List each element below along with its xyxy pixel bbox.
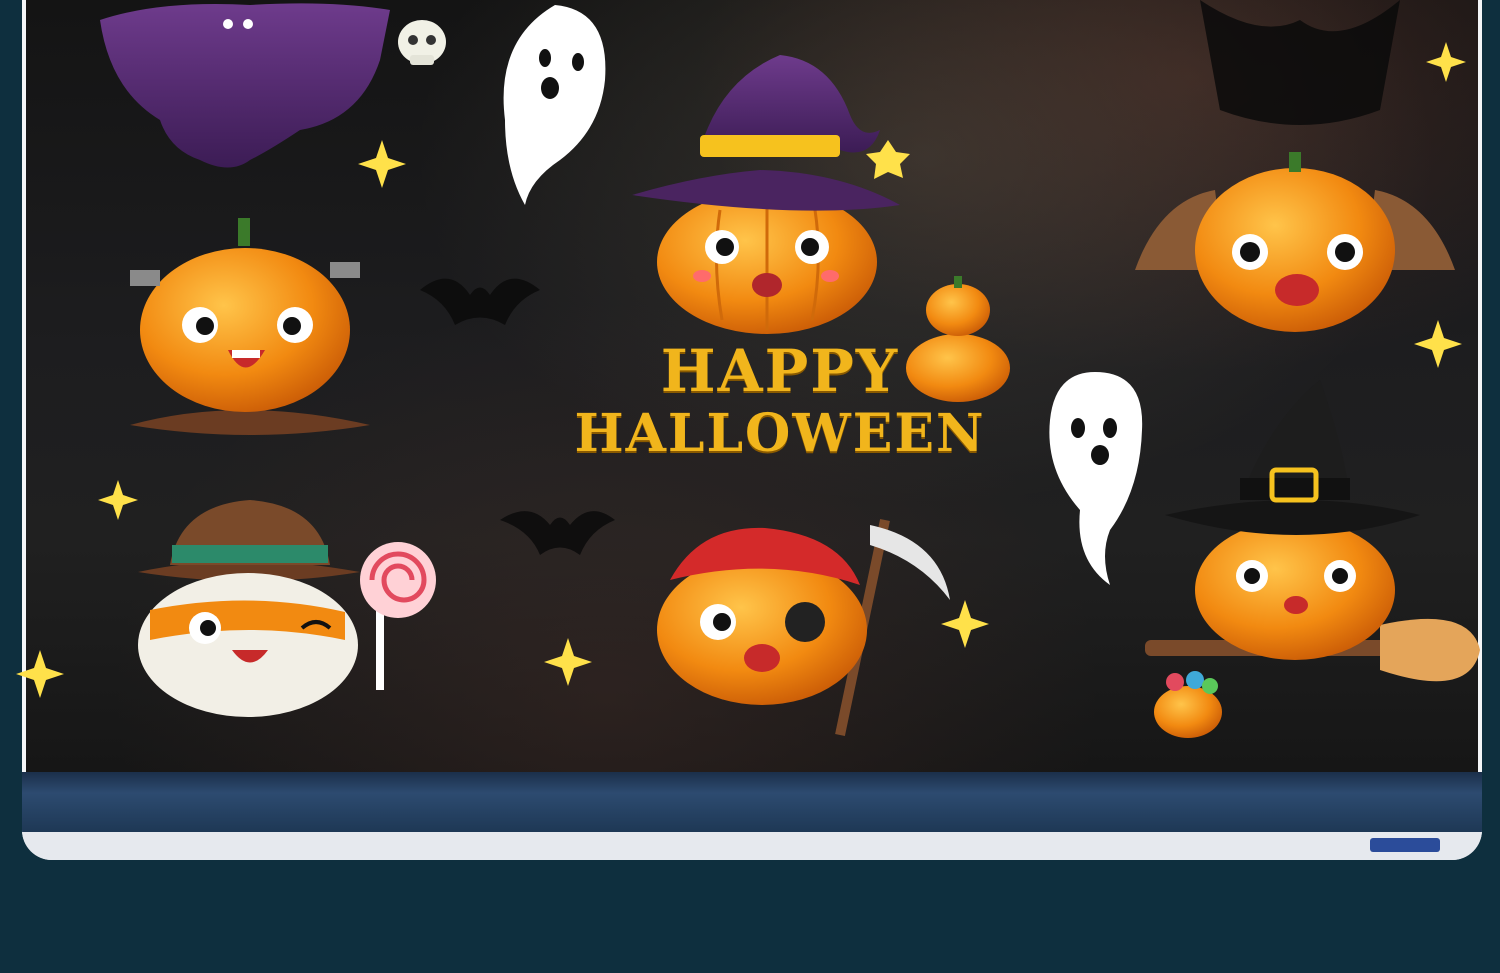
candy-bucket-icon (1154, 671, 1222, 738)
broom-witch-pumpkin (1145, 380, 1480, 682)
frankenstein-pumpkin (130, 218, 370, 435)
witch-pumpkin (632, 55, 900, 334)
title-line-happy: HAPPY (660, 337, 900, 405)
title-line-halloween: HALLOWEEN (574, 403, 986, 464)
owl-pumpkin (1135, 152, 1455, 332)
white-ghost (503, 5, 606, 205)
small-ghost (1049, 372, 1143, 585)
halloween-decorations (16, 0, 1480, 738)
pirate-pumpkin (657, 518, 950, 737)
skull-icon (398, 20, 446, 65)
purple-ghost (100, 3, 390, 168)
mummy-pumpkin (138, 500, 360, 717)
lollipop-icon (360, 542, 436, 690)
happy-halloween-title: HAPPY HALLOWEEN (520, 338, 1040, 464)
